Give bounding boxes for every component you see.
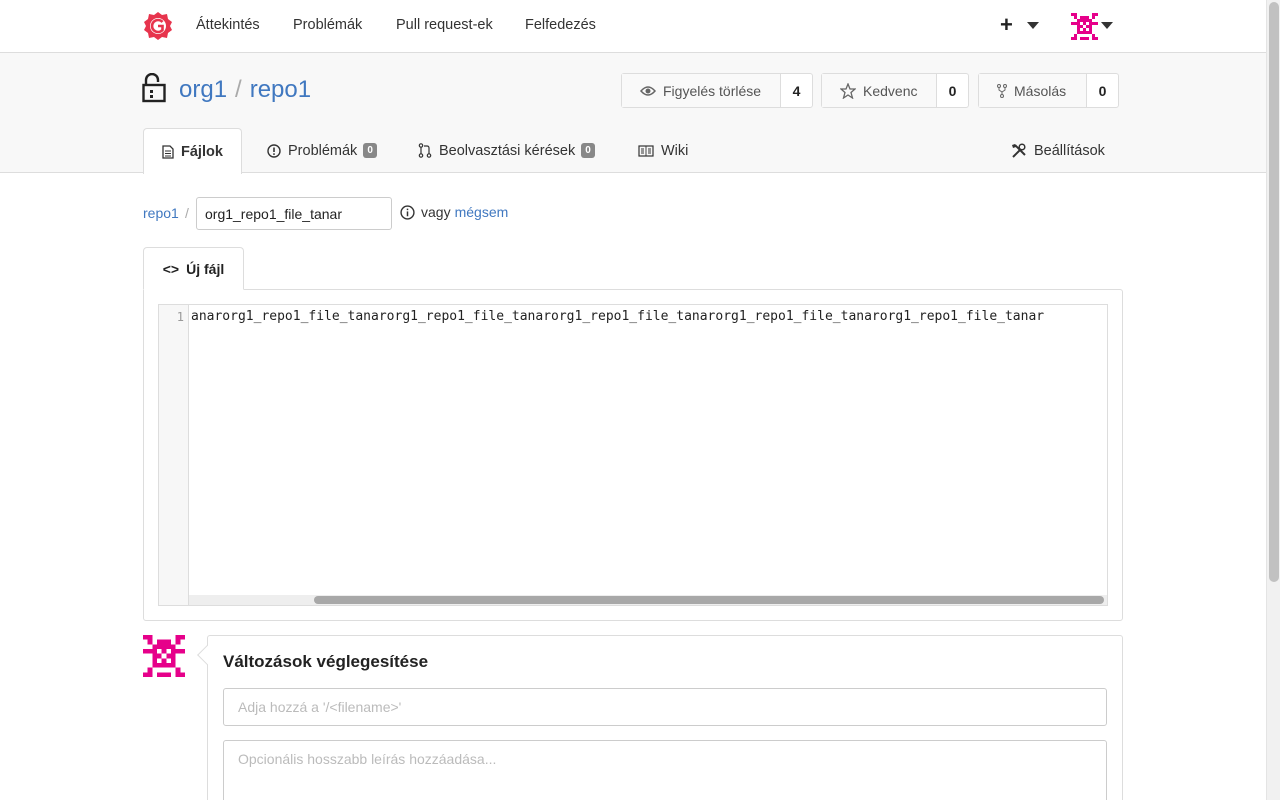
repo-name-link[interactable]: repo1 [250,76,311,103]
tab-files[interactable]: Fájlok [143,128,242,174]
code-editor[interactable]: 1 anarorg1_repo1_file_tanarorg1_repo1_fi… [158,304,1108,606]
commit-summary-input[interactable] [223,688,1107,726]
star-button[interactable]: Kedvenc [822,74,937,107]
breadcrumb-separator: / [185,205,189,221]
nav-explore[interactable]: Felfedezés [525,17,596,33]
forks-count[interactable]: 0 [1087,74,1118,107]
nav-pull-requests[interactable]: Pull request-ek [396,17,493,33]
tools-icon [1012,142,1026,158]
create-menu-chevron-down-icon[interactable] [1027,22,1039,29]
code-line[interactable]: anarorg1_repo1_file_tanarorg1_repo1_file… [191,309,1044,324]
cancel-link[interactable]: mégsem [455,204,509,220]
nav-issues[interactable]: Problémák [293,17,362,33]
tab-issues-label: Problémák [288,142,358,159]
star-label: Kedvenc [863,82,918,99]
tab-wiki[interactable]: Wiki [638,128,688,173]
repo-owner-link[interactable]: org1 [179,76,227,103]
watchers-count[interactable]: 4 [781,74,812,107]
unwatch-button[interactable]: Figyelés törlése [622,74,781,107]
line-number: 1 [176,310,184,324]
commit-avatar [143,635,185,677]
create-new-plus-icon[interactable]: + [1000,12,1013,38]
breadcrumb-repo-link[interactable]: repo1 [143,205,179,221]
nav-dashboard[interactable]: Áttekintés [196,17,260,33]
repo-header: org1/repo1 Figyelés törlése 4 Kedvenc 0 … [0,53,1266,174]
commit-form-title: Változások véglegesítése [223,652,429,671]
gitea-logo-icon[interactable] [143,11,173,41]
star-icon [840,82,856,99]
info-icon[interactable] [400,204,415,220]
git-pull-request-icon [418,143,432,158]
tab-new-file[interactable]: <> Új fájl [143,247,244,290]
commit-description-textarea[interactable] [223,740,1107,800]
eye-icon [640,85,656,96]
tab-pull-requests-label: Beolvasztási kérések [439,142,576,159]
unwatch-label: Figyelés törlése [663,82,762,99]
unlock-icon [142,73,166,103]
line-number-gutter: 1 [159,305,189,605]
book-icon [638,144,654,157]
tab-issues[interactable]: Problémák 0 [267,128,377,173]
page-scrollbar-thumb[interactable] [1269,2,1279,582]
fork-label: Másolás [1014,82,1067,99]
fork-button[interactable]: Másolás [979,74,1087,107]
repo-title: org1 / repo1 [179,76,311,104]
stars-count[interactable]: 0 [937,74,968,107]
file-text-icon [162,144,174,159]
pulls-count-badge: 0 [581,143,595,158]
user-menu-chevron-down-icon[interactable] [1101,22,1113,29]
fork-button-group: Másolás 0 [978,73,1119,108]
tab-settings[interactable]: Beállítások [1011,128,1105,173]
tab-settings-label: Beállítások [1034,142,1105,159]
tab-files-label: Fájlok [181,143,223,160]
repo-title-separator: / [235,76,242,103]
user-avatar[interactable] [1071,13,1098,40]
filename-input[interactable] [196,197,392,230]
editor-scrollbar-thumb[interactable] [314,596,1104,604]
fork-icon [997,83,1007,98]
tab-wiki-label: Wiki [661,142,689,159]
watch-button-group: Figyelés törlése 4 [621,73,813,108]
tab-pull-requests[interactable]: Beolvasztási kérések 0 [418,128,595,173]
or-text: vagy [421,204,451,220]
code-icon: <> [162,260,180,277]
star-button-group: Kedvenc 0 [821,73,969,108]
editor-horizontal-scrollbar[interactable] [189,595,1107,605]
tab-new-file-label: Új fájl [186,260,225,277]
cancel-line: vagy mégsem [400,204,508,220]
page-vertical-scrollbar[interactable] [1266,0,1280,800]
issue-opened-icon [267,143,281,158]
issues-count-badge: 0 [363,143,377,158]
top-navbar: Áttekintés Problémák Pull request-ek Fel… [0,0,1266,53]
